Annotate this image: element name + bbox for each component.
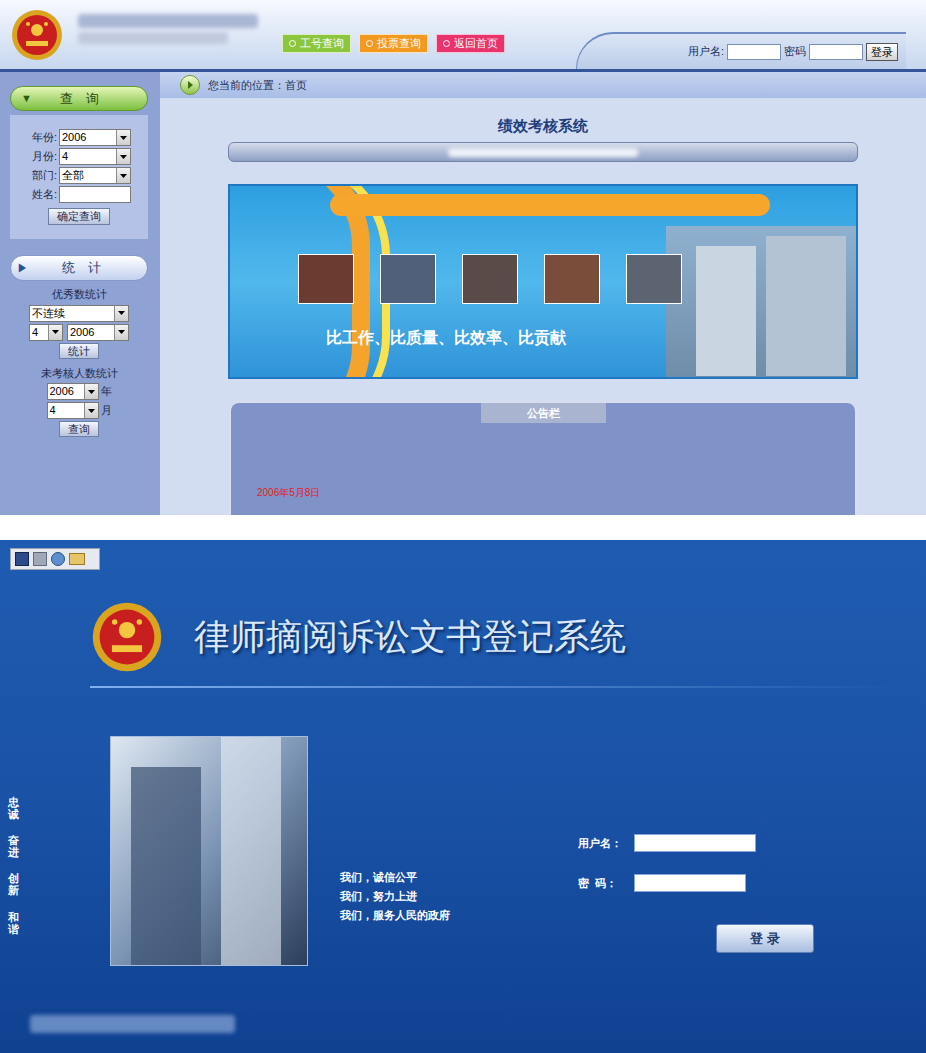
side-word: 和谐 bbox=[8, 911, 19, 935]
dropdown-arrow-icon bbox=[116, 149, 130, 164]
page-title: 绩效考核系统 bbox=[498, 116, 588, 136]
mottos: 我们，诚信公平我们，努力上进我们，服务人民的政府 bbox=[340, 736, 450, 966]
photo bbox=[380, 254, 436, 304]
dropdown-arrow-icon bbox=[84, 384, 98, 399]
stats-panel: 优秀数统计 不连续 42006 统计 未考核人数统计 2006年 4月 查询 bbox=[10, 286, 148, 437]
login-button[interactable]: 登录 bbox=[866, 43, 898, 61]
assessment-page: 工号查询投票查询返回首页 用户名: 密码 登录 ▼ 查 询 年份:2006 月份:… bbox=[0, 0, 926, 515]
side-word: 创新 bbox=[8, 872, 19, 896]
photo bbox=[462, 254, 518, 304]
breadcrumb-bar: 您当前的位置：首页 bbox=[160, 72, 926, 98]
text-field[interactable] bbox=[59, 186, 131, 203]
motto: 我们，诚信公平 bbox=[340, 870, 450, 885]
dropdown[interactable]: 4 bbox=[29, 324, 63, 341]
dropdown[interactable]: 4 bbox=[59, 148, 131, 165]
emblem-icon bbox=[10, 8, 64, 62]
login-button[interactable]: 登 录 bbox=[716, 924, 814, 953]
stats-title: 统 计 bbox=[62, 258, 101, 278]
query-field: 年份:2006 bbox=[27, 129, 131, 146]
dropdown[interactable]: 4 bbox=[47, 402, 99, 419]
password-input[interactable] bbox=[809, 44, 863, 60]
password-input[interactable] bbox=[634, 874, 746, 892]
building-photo bbox=[110, 736, 308, 966]
bullet-icon bbox=[366, 40, 373, 47]
query-field: 姓名: bbox=[27, 186, 131, 203]
motto: 我们，服务人民的政府 bbox=[340, 908, 450, 923]
building-photo bbox=[666, 226, 856, 379]
notice-board: 公告栏 2006年5月8日 bbox=[229, 401, 857, 515]
username-input[interactable] bbox=[727, 44, 781, 60]
side-word: 奋进 bbox=[8, 834, 19, 858]
toggle-icon: ▶ bbox=[17, 260, 28, 277]
excellent-label: 优秀数统计 bbox=[52, 286, 107, 303]
dropdown[interactable]: 2006 bbox=[47, 383, 99, 400]
dropdown[interactable]: 全部 bbox=[59, 167, 131, 184]
header: 工号查询投票查询返回首页 用户名: 密码 登录 bbox=[0, 0, 926, 72]
emblem-icon bbox=[90, 600, 164, 674]
folder-icon[interactable] bbox=[69, 553, 85, 565]
password-label: 密码 bbox=[784, 43, 806, 60]
photo bbox=[298, 254, 354, 304]
query-header[interactable]: ▼ 查 询 bbox=[10, 86, 148, 111]
notice-date: 2006年5月8日 bbox=[257, 485, 855, 500]
nav-button[interactable]: 投票查询 bbox=[359, 34, 428, 53]
dropdown-arrow-icon bbox=[114, 325, 128, 340]
login-bar: 用户名: 密码 登录 bbox=[576, 32, 906, 69]
username-label: 用户名: bbox=[688, 43, 724, 60]
dropdown-arrow-icon bbox=[116, 168, 130, 183]
lawyer-login-page: 律师摘阅诉讼文书登记系统 忠诚奋进创新和谐 我们，诚信公平我们，努力上进我们，服… bbox=[0, 540, 926, 1053]
side-word: 忠诚 bbox=[8, 796, 19, 820]
unassessed-submit[interactable]: 查询 bbox=[59, 421, 99, 437]
query-panel: 年份:2006 月份:4 部门:全部姓名: 确定查询 bbox=[10, 115, 148, 239]
dropdown[interactable]: 不连续 bbox=[29, 305, 129, 322]
dropdown[interactable]: 2006 bbox=[67, 324, 129, 341]
nav-buttons: 工号查询投票查询返回首页 bbox=[282, 34, 505, 53]
nav-button[interactable]: 工号查询 bbox=[282, 34, 351, 53]
sidebar: ▼ 查 询 年份:2006 月份:4 部门:全部姓名: 确定查询 ▶ 统 计 优秀数… bbox=[0, 72, 158, 515]
bullet-icon bbox=[443, 40, 450, 47]
system-title: 律师摘阅诉讼文书登记系统 bbox=[194, 613, 626, 661]
unassessed-label: 未考核人数统计 bbox=[41, 365, 118, 382]
toolbar bbox=[10, 548, 100, 570]
location-icon bbox=[180, 75, 200, 95]
password-label: 密 码： bbox=[578, 875, 628, 892]
unit: 月 bbox=[101, 402, 112, 419]
unit: 年 bbox=[101, 383, 112, 400]
bullet-icon bbox=[289, 40, 296, 47]
save-icon[interactable] bbox=[15, 552, 29, 566]
stats-header[interactable]: ▶ 统 计 bbox=[10, 255, 148, 281]
photo bbox=[626, 254, 682, 304]
banner-slogan: 比工作、比质量、比效率、比贡献 bbox=[326, 329, 566, 346]
blurred-footer bbox=[30, 1015, 235, 1033]
banner: 比工作、比质量、比效率、比贡献 bbox=[228, 184, 858, 379]
print-icon[interactable] bbox=[33, 552, 47, 566]
side-words: 忠诚奋进创新和谐 bbox=[0, 736, 30, 966]
dropdown-arrow-icon bbox=[84, 403, 98, 418]
main: 您当前的位置：首页 绩效考核系统 bbox=[160, 72, 926, 515]
blurred-title bbox=[78, 14, 258, 44]
dropdown[interactable]: 2006 bbox=[59, 129, 131, 146]
toggle-icon: ▼ bbox=[21, 90, 32, 107]
excellent-submit[interactable]: 统计 bbox=[59, 343, 99, 359]
login-form: 用户名： 密 码： 登 录 bbox=[578, 736, 756, 966]
motto: 我们，努力上进 bbox=[340, 889, 450, 904]
photo bbox=[544, 254, 600, 304]
notice-title: 公告栏 bbox=[481, 403, 606, 423]
breadcrumb: 您当前的位置：首页 bbox=[208, 77, 307, 94]
query-field: 部门:全部 bbox=[27, 167, 131, 184]
dropdown-arrow-icon bbox=[114, 306, 128, 321]
query-title: 查 询 bbox=[60, 89, 99, 109]
username-label: 用户名： bbox=[578, 835, 628, 852]
query-field: 月份:4 bbox=[27, 148, 131, 165]
nav-button[interactable]: 返回首页 bbox=[436, 34, 505, 53]
mail-icon[interactable] bbox=[51, 552, 65, 566]
query-submit[interactable]: 确定查询 bbox=[48, 208, 110, 225]
dropdown-arrow-icon bbox=[116, 130, 130, 145]
blurred-bar bbox=[228, 142, 858, 162]
username-input[interactable] bbox=[634, 834, 756, 852]
dropdown-arrow-icon bbox=[48, 325, 62, 340]
